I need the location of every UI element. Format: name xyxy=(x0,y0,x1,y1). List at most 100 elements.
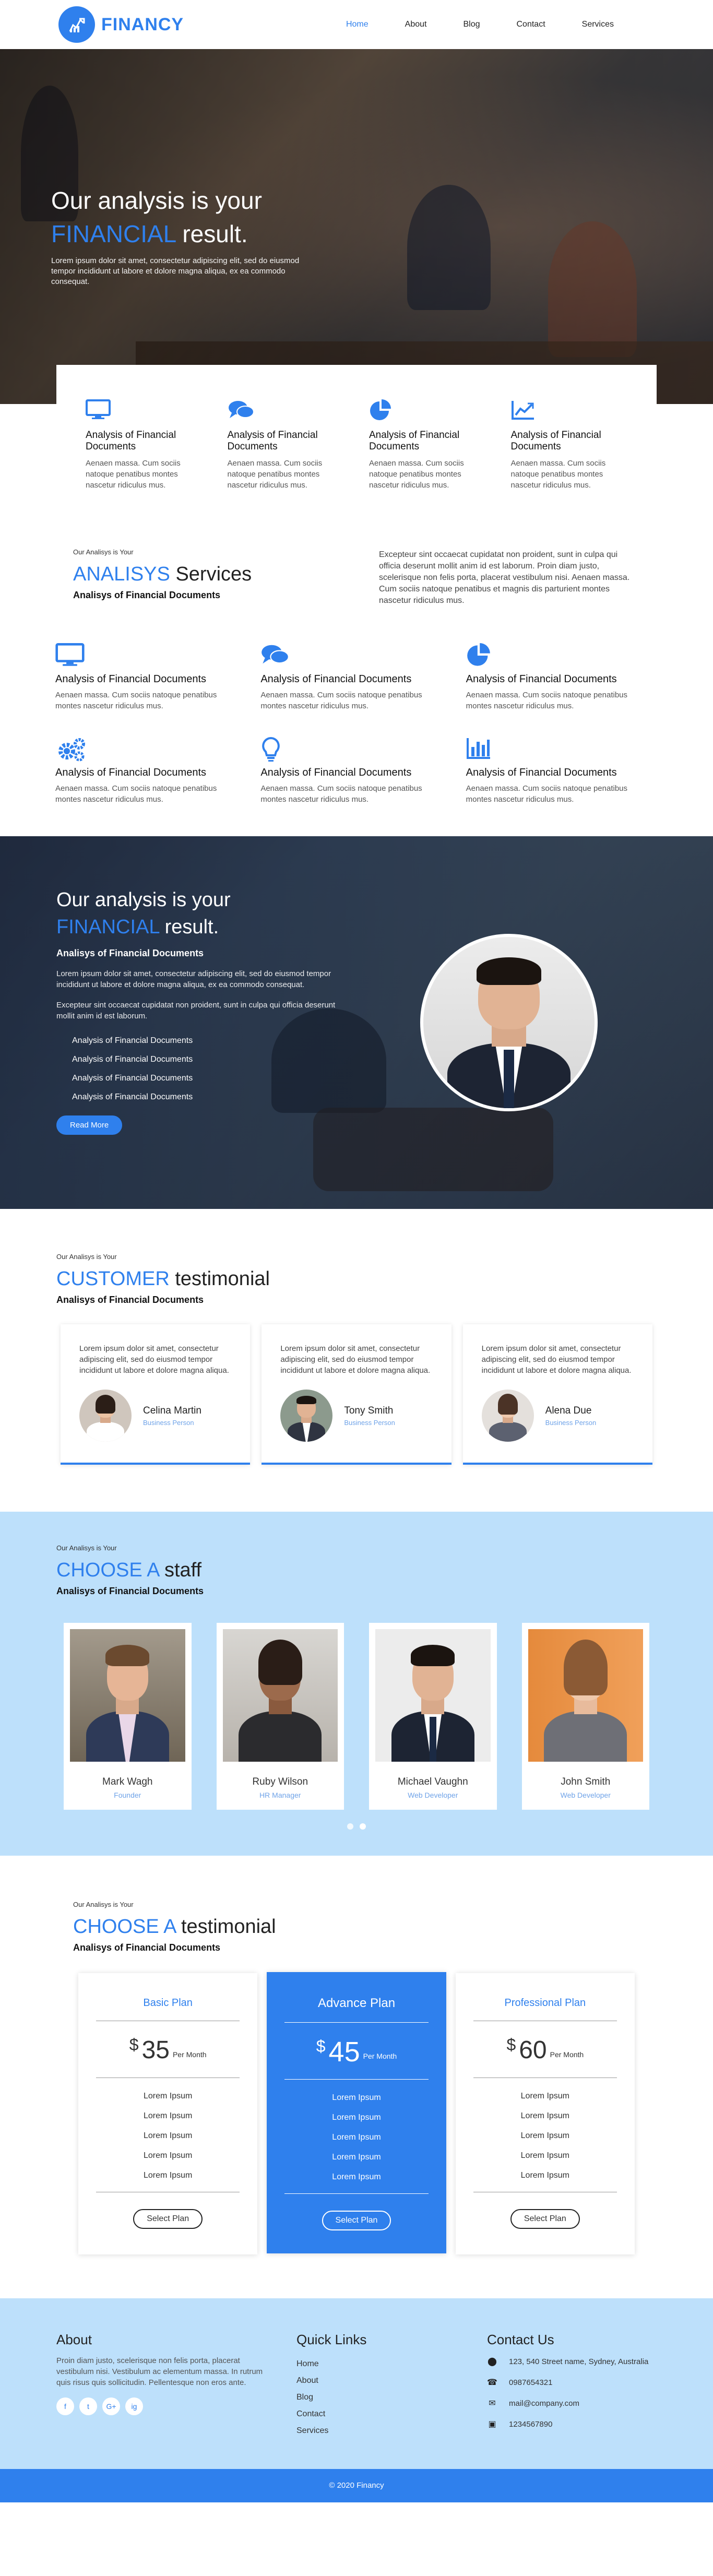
customer-role: Business Person xyxy=(344,1418,395,1427)
google-plus-icon[interactable]: G+ xyxy=(102,2397,120,2415)
service-item: Analysis of Financial Documents Aenaen m… xyxy=(55,737,229,805)
customer-name: Tony Smith xyxy=(344,1405,394,1416)
plan-feature: Lorem Ipsum xyxy=(143,2131,193,2140)
staff-photo xyxy=(375,1629,491,1762)
footer-link-contact[interactable]: Contact xyxy=(296,2409,466,2419)
brand-logo[interactable]: FINANCY xyxy=(58,6,184,43)
social-links: f t G+ ig xyxy=(56,2397,276,2415)
plan-features: Lorem Ipsum Lorem Ipsum Lorem Ipsum Lore… xyxy=(473,2092,617,2180)
testimonial-card: Lorem ipsum dolor sit amet, consectetur … xyxy=(262,1324,451,1465)
nav-home[interactable]: Home xyxy=(346,20,369,29)
nav-about[interactable]: About xyxy=(405,20,427,29)
plan-price: $45 Per Month xyxy=(284,2036,428,2068)
staff-photo xyxy=(222,1629,338,1762)
band-title-rest: result. xyxy=(164,916,219,938)
nav-blog[interactable]: Blog xyxy=(463,20,480,29)
band-list: Analysis of Financial Documents Analysis… xyxy=(56,1036,343,1102)
copyright-bar: © 2020 Financy xyxy=(0,2469,713,2502)
plan-feature: Lorem Ipsum xyxy=(143,2171,193,2180)
section-title-accent: CHOOSE A xyxy=(56,1559,159,1581)
staff-card[interactable]: John Smith Web Developer xyxy=(521,1623,649,1810)
service-title: Analysis of Financial Documents xyxy=(55,673,207,685)
section-eyebrow: Our Analisys is Your xyxy=(73,548,134,556)
contact-text: 1234567890 xyxy=(509,2419,553,2429)
section-title-accent: CHOOSE A xyxy=(73,1916,176,1938)
plan-feature: Lorem Ipsum xyxy=(332,2153,381,2162)
plan-feature: Lorem Ipsum xyxy=(143,2151,193,2160)
testimonial-quote: Lorem ipsum dolor sit amet, consectetur … xyxy=(280,1344,431,1375)
feature-text: Aenaen massa. Cum sociis natoque penatib… xyxy=(510,459,606,490)
section-title-accent: CUSTOMER xyxy=(56,1268,170,1290)
chat-icon xyxy=(228,399,344,424)
read-more-button[interactable]: Read More xyxy=(56,1115,123,1135)
feature-item: Analysis of Financial Documents Aenaen m… xyxy=(511,399,628,491)
feature-title: Analysis of Financial Documents xyxy=(510,430,601,452)
contact-email[interactable]: ✉ mail@company.com xyxy=(487,2398,657,2408)
hero-section: Our analysis is your FINANCIAL result. L… xyxy=(0,49,713,404)
main-menu: Home About Blog Contact Services xyxy=(346,20,614,29)
feature-text: Aenaen massa. Cum sociis natoque penatib… xyxy=(369,459,464,490)
service-item: Analysis of Financial Documents Aenaen m… xyxy=(466,737,640,805)
twitter-icon[interactable]: t xyxy=(79,2397,97,2415)
service-item: Analysis of Financial Documents Aenaen m… xyxy=(260,643,434,711)
customer-name: Alena Due xyxy=(545,1405,592,1416)
customer-role: Business Person xyxy=(143,1418,194,1427)
footer: About Proin diam justo, scelerisque non … xyxy=(0,2298,713,2469)
section-eyebrow: Our Analisys is Your xyxy=(56,1544,117,1552)
staff-role: Founder xyxy=(114,1791,141,1799)
footer-heading: About xyxy=(56,2332,92,2347)
staff-role: Web Developer xyxy=(560,1791,611,1799)
band-list-item: Analysis of Financial Documents xyxy=(72,1055,193,1064)
staff-card[interactable]: Mark Wagh Founder xyxy=(64,1623,192,1810)
service-text: Aenaen massa. Cum sociis natoque penatib… xyxy=(466,691,628,710)
footer-link-blog[interactable]: Blog xyxy=(296,2393,466,2402)
feature-title: Analysis of Financial Documents xyxy=(86,430,176,452)
footer-link-services[interactable]: Services xyxy=(296,2426,466,2436)
service-text: Aenaen massa. Cum sociis natoque penatib… xyxy=(55,784,217,804)
plan-feature: Lorem Ipsum xyxy=(520,2151,570,2160)
carousel-dot[interactable] xyxy=(347,1823,353,1830)
select-plan-button[interactable]: Select Plan xyxy=(510,2209,580,2229)
staff-name: Ruby Wilson xyxy=(252,1776,308,1787)
section-subtitle: Analisys of Financial Documents xyxy=(56,1586,204,1596)
footer-link-home[interactable]: Home xyxy=(296,2359,466,2369)
select-plan-button[interactable]: Select Plan xyxy=(133,2209,203,2229)
carousel-dot-active[interactable] xyxy=(360,1823,366,1830)
customer-role: Business Person xyxy=(545,1418,597,1427)
staff-card[interactable]: Ruby Wilson HR Manager xyxy=(216,1623,344,1810)
section-title-rest: testimonial xyxy=(175,1268,270,1290)
section-subtitle: Analisys of Financial Documents xyxy=(73,1942,221,1953)
instagram-icon[interactable]: ig xyxy=(125,2397,143,2415)
service-item: Analysis of Financial Documents Aenaen m… xyxy=(55,643,229,711)
band-list-item: Analysis of Financial Documents xyxy=(72,1074,193,1083)
services-section: Our Analisys is Your ANALISYS Services A… xyxy=(0,512,713,836)
contact-text: 0987654321 xyxy=(509,2378,553,2387)
staff-card[interactable]: Michael Vaughn Web Developer xyxy=(369,1623,497,1810)
feature-text: Aenaen massa. Cum sociis natoque penatib… xyxy=(86,459,181,490)
staff-photo xyxy=(528,1629,643,1762)
testimonial-quote: Lorem ipsum dolor sit amet, consectetur … xyxy=(79,1344,229,1375)
select-plan-button[interactable]: Select Plan xyxy=(322,2211,391,2230)
testimonials-section: Our Analisys is Your CUSTOMER testimonia… xyxy=(0,1209,713,1512)
monitor-icon xyxy=(86,399,203,424)
section-eyebrow: Our Analisys is Your xyxy=(56,1253,117,1261)
footer-contact: Contact Us ⬤ 123, 540 Street name, Sydney… xyxy=(487,2332,657,2443)
fax-icon: ▣ xyxy=(488,2420,496,2429)
footer-link-about[interactable]: About xyxy=(296,2376,466,2385)
plan-price: $60 Per Month xyxy=(473,2035,617,2066)
plan-features: Lorem Ipsum Lorem Ipsum Lorem Ipsum Lore… xyxy=(96,2092,240,2180)
customer-name: Celina Martin xyxy=(143,1405,201,1416)
hero-description: Lorem ipsum dolor sit amet, consectetur … xyxy=(51,256,300,286)
brand-name: FINANCY xyxy=(101,14,184,34)
nav-services[interactable]: Services xyxy=(582,20,614,29)
service-item: Analysis of Financial Documents Aenaen m… xyxy=(260,737,434,805)
avatar xyxy=(481,1390,534,1442)
service-title: Analysis of Financial Documents xyxy=(466,673,617,685)
price-amount: 35 xyxy=(141,2036,170,2064)
facebook-icon[interactable]: f xyxy=(56,2397,74,2415)
service-text: Aenaen massa. Cum sociis natoque penatib… xyxy=(55,691,217,710)
nav-contact[interactable]: Contact xyxy=(517,20,545,29)
monitor-icon xyxy=(55,643,229,670)
service-text: Aenaen massa. Cum sociis natoque penatib… xyxy=(260,784,422,804)
plan-feature: Lorem Ipsum xyxy=(332,2113,381,2122)
